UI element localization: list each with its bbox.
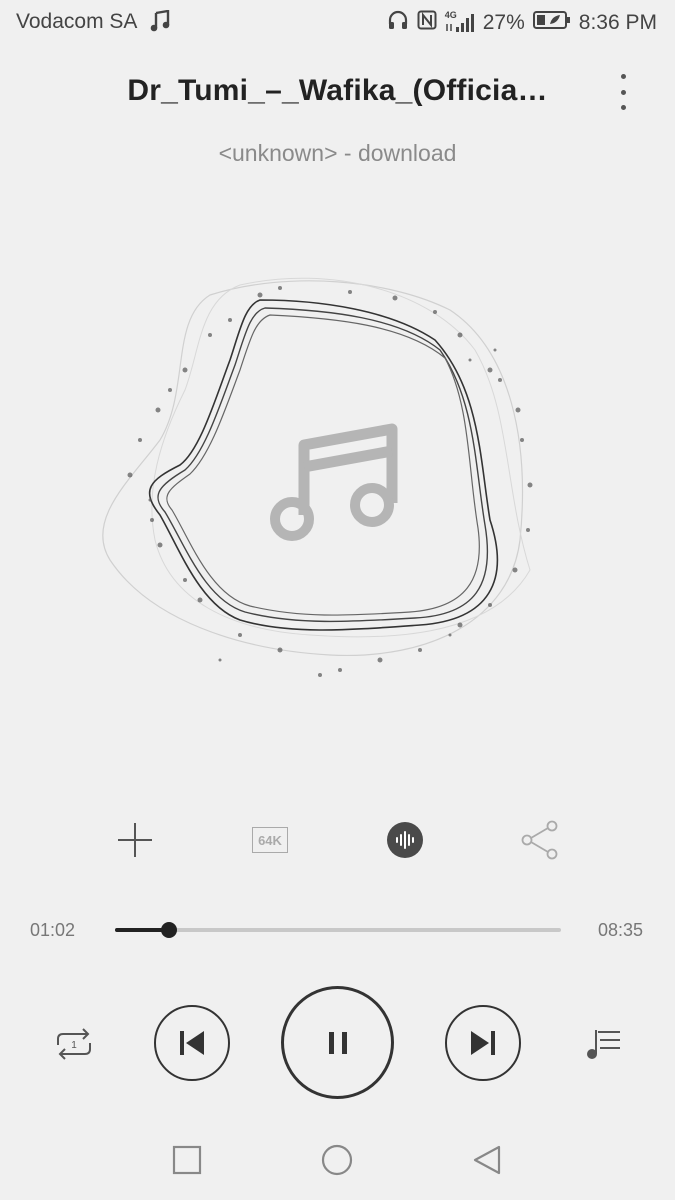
square-icon	[172, 1145, 202, 1175]
next-button[interactable]	[445, 1005, 521, 1081]
skip-next-icon	[471, 1031, 495, 1055]
battery-percent: 27%	[482, 11, 525, 34]
recent-apps-button[interactable]	[167, 1140, 207, 1180]
status-bar: Vodacom SA 4G 27% 8:36 PM	[0, 0, 675, 46]
artist-album-subtitle: <unknown> - download	[218, 140, 457, 166]
svg-text:1: 1	[71, 1040, 77, 1051]
music-note-icon	[268, 415, 402, 545]
pause-icon	[328, 1031, 347, 1054]
quality-label: 64K	[258, 832, 282, 848]
back-button[interactable]	[467, 1140, 507, 1180]
quality-badge: 64K	[252, 827, 288, 853]
sound-effect-button[interactable]	[375, 810, 435, 870]
share-button[interactable]	[510, 810, 570, 870]
nfc-icon	[417, 10, 437, 36]
plus-icon	[118, 823, 152, 857]
battery-icon	[532, 10, 571, 36]
playlist-icon	[587, 1030, 620, 1059]
previous-button[interactable]	[154, 1005, 230, 1081]
quality-button[interactable]: 64K	[240, 810, 300, 870]
current-time: 01:02	[30, 920, 76, 940]
more-options-icon[interactable]	[606, 70, 640, 114]
progress-thumb[interactable]	[161, 922, 177, 938]
playlist-button[interactable]	[580, 1022, 624, 1066]
play-pause-button[interactable]	[281, 986, 394, 1099]
song-title: Dr_Tumi_–_Wafika_(Officia…	[127, 74, 548, 107]
music-note-icon	[150, 9, 170, 37]
headphones-icon	[387, 10, 409, 36]
triangle-back-icon	[473, 1145, 501, 1175]
status-icons: 4G 27% 8:36 PM	[387, 10, 657, 36]
carrier-name: Vodacom SA	[16, 10, 138, 33]
repeat-one-icon: 1	[57, 1028, 91, 1060]
repeat-button[interactable]: 1	[52, 1022, 96, 1066]
clock: 8:36 PM	[578, 11, 657, 34]
circle-icon	[321, 1144, 353, 1176]
skip-previous-icon	[180, 1031, 204, 1055]
progress-track[interactable]	[115, 928, 561, 932]
add-to-playlist-button[interactable]	[105, 810, 165, 870]
audio-wave-icon	[387, 822, 423, 858]
share-icon	[521, 820, 558, 860]
signal-icon: 4G	[445, 10, 475, 34]
total-time: 08:35	[598, 920, 644, 940]
home-button[interactable]	[317, 1140, 357, 1180]
